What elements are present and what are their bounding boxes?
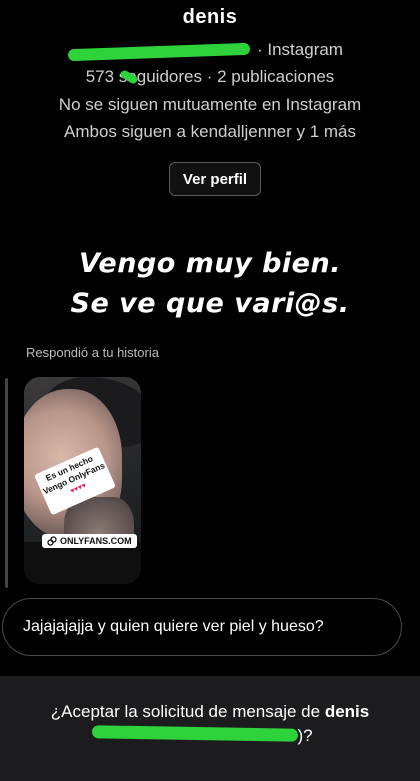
username-suffix: · Instagram bbox=[257, 40, 343, 59]
story-thumbnail[interactable]: Es un hecho Vengo OnlyFans ♥♥♥♥ ONLYFANS… bbox=[24, 377, 141, 584]
photo-shirt bbox=[24, 542, 141, 584]
link-sticker-label: ONLYFANS.COM bbox=[60, 536, 132, 546]
link-sticker[interactable]: ONLYFANS.COM bbox=[42, 534, 137, 548]
mutual-status: No se siguen mutuamente en Instagram bbox=[58, 95, 362, 114]
story-text-line1: Vengo muy bien. bbox=[79, 248, 341, 279]
shared-follows: Ambos siguen a kendalljenner y 1 más bbox=[64, 122, 356, 141]
message-text: Jajajajajja y quien quiere ver piel y hu… bbox=[23, 618, 324, 635]
view-profile-button[interactable]: Ver perfil bbox=[169, 162, 261, 196]
reply-indicator-bar bbox=[5, 378, 8, 588]
requester-name: denis bbox=[324, 702, 370, 721]
story-text-line2: Se ve que vari@s. bbox=[70, 288, 350, 319]
message-bubble[interactable]: Jajajajajja y quien quiere ver piel y hu… bbox=[2, 598, 402, 656]
replied-to-story-label: Respondió a tu historia bbox=[26, 345, 159, 360]
profile-name: denis bbox=[182, 6, 238, 28]
link-icon bbox=[47, 536, 57, 546]
accept-request-prompt: ¿Aceptar la solicitud de mensaje de deni… bbox=[50, 702, 370, 745]
profile-stats: 573 seguidores · 2 publicaciones bbox=[85, 67, 335, 86]
